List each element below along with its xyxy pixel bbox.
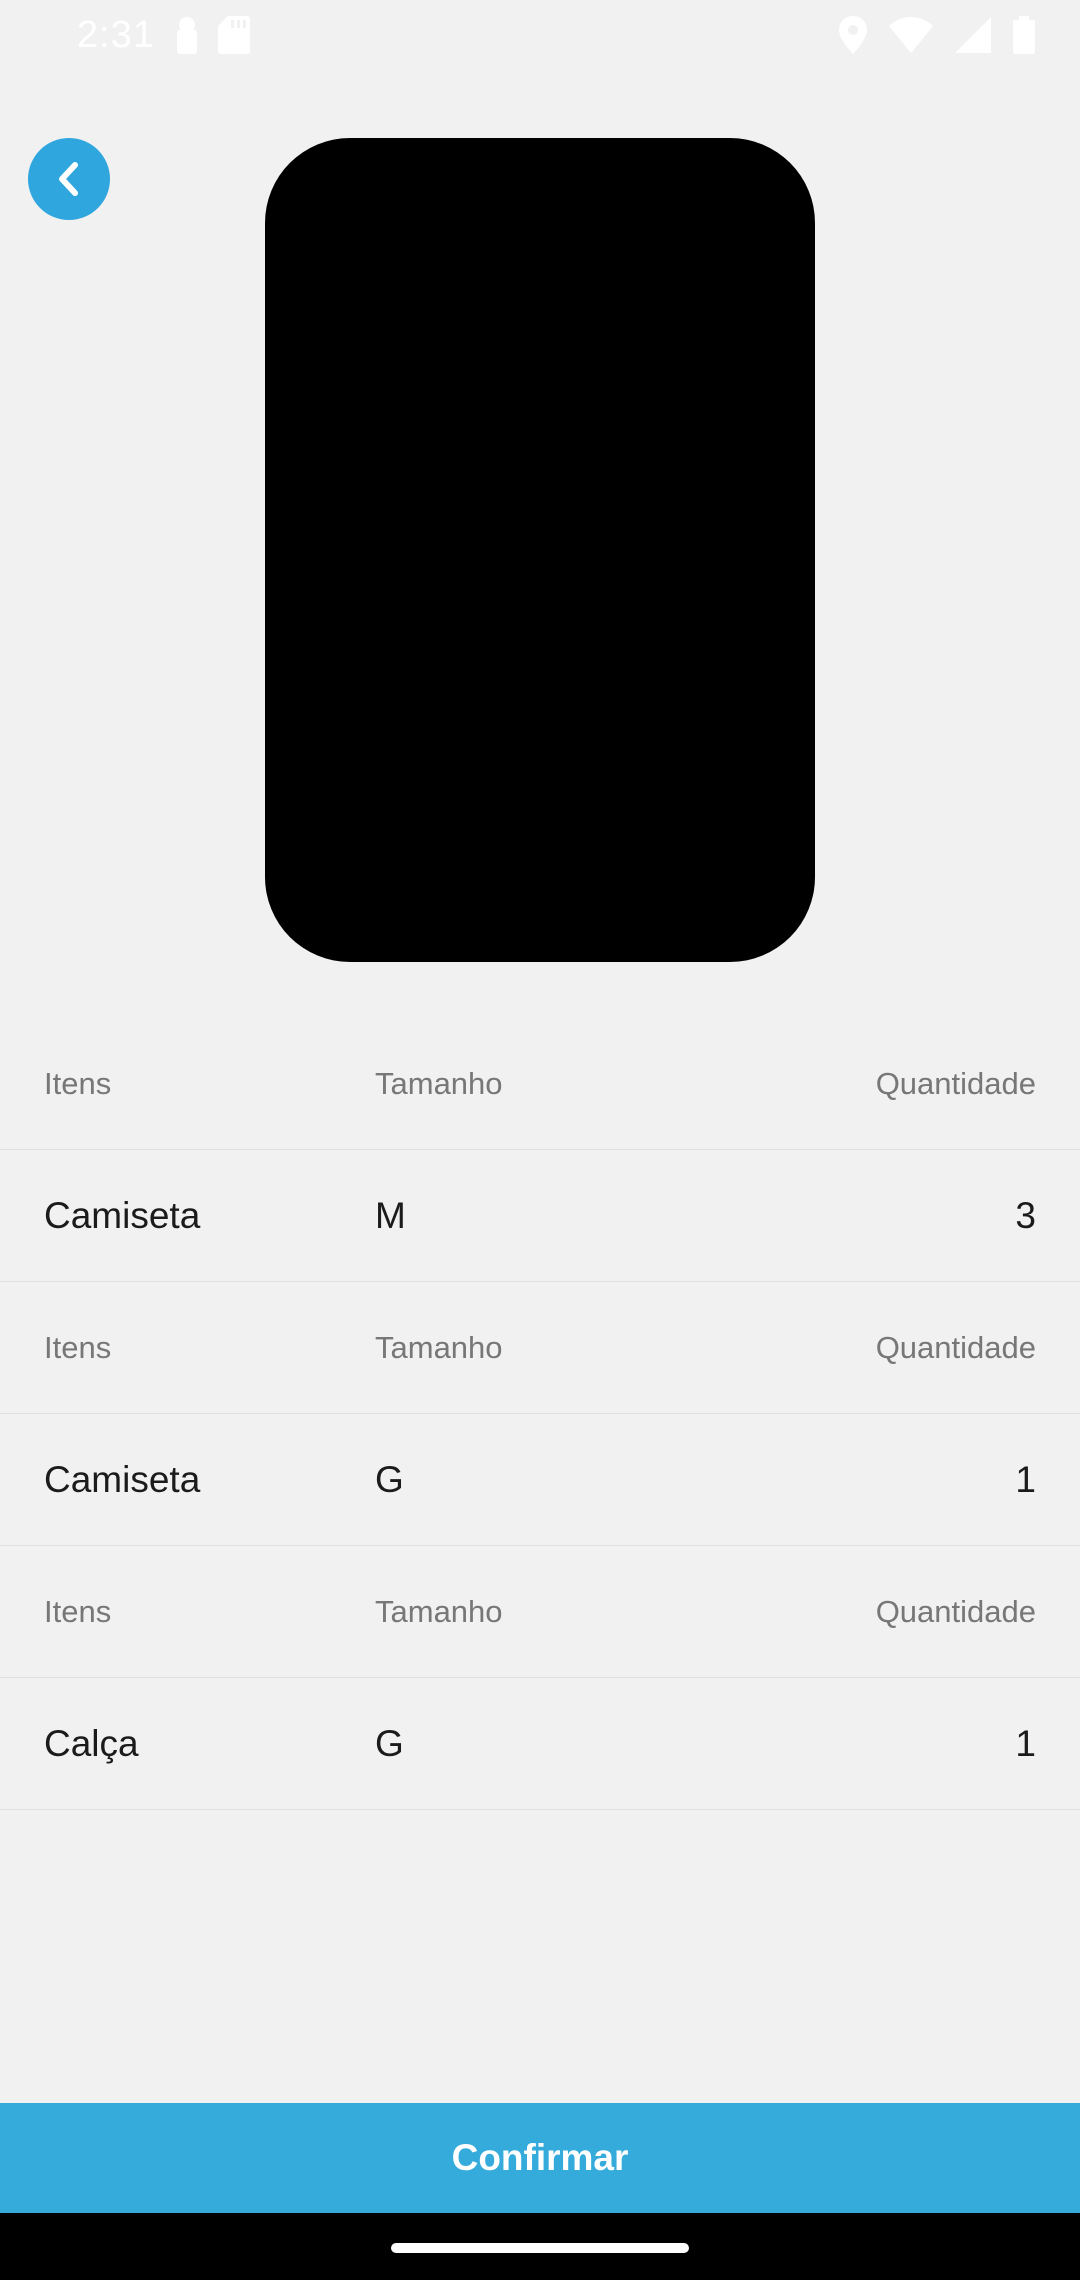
header-size: Tamanho — [375, 1065, 503, 1101]
item-quantity: 1 — [1015, 1722, 1036, 1764]
item-size: M — [375, 1194, 406, 1236]
sd-card-icon — [218, 16, 250, 54]
header-size: Tamanho — [375, 1329, 503, 1365]
item-size: G — [375, 1458, 404, 1500]
header-items: Itens — [44, 1593, 112, 1629]
camera-preview — [265, 138, 815, 962]
item-size: G — [375, 1722, 404, 1764]
item-quantity: 3 — [1015, 1194, 1036, 1236]
status-time: 2:31 — [77, 14, 155, 56]
item-name: Camiseta — [44, 1194, 201, 1236]
wifi-icon — [889, 17, 933, 53]
status-left-icons — [170, 16, 250, 54]
battery-icon — [1013, 16, 1035, 54]
confirm-button[interactable]: Confirmar — [0, 2103, 1080, 2213]
chevron-left-icon — [59, 162, 78, 196]
table-row[interactable]: Camiseta M 3 — [0, 1150, 1080, 1282]
table-row[interactable]: Camiseta G 1 — [0, 1414, 1080, 1546]
header-quantity: Quantidade — [875, 1593, 1036, 1629]
home-indicator[interactable] — [391, 2243, 689, 2253]
table-header-row: Itens Tamanho Quantidade — [0, 1546, 1080, 1678]
table-header-row: Itens Tamanho Quantidade — [0, 1282, 1080, 1414]
item-name: Calça — [44, 1722, 139, 1764]
back-button[interactable] — [28, 138, 110, 220]
header-items: Itens — [44, 1329, 112, 1365]
table-header-row: Itens Tamanho Quantidade — [0, 1018, 1080, 1150]
status-right-icons — [839, 16, 1035, 54]
signal-icon — [955, 17, 991, 53]
status-bar: 2:31 — [0, 0, 1080, 70]
header-quantity: Quantidade — [875, 1329, 1036, 1365]
header-size: Tamanho — [375, 1593, 503, 1629]
location-icon — [839, 16, 867, 54]
item-name: Camiseta — [44, 1458, 201, 1500]
table-row[interactable]: Calça G 1 — [0, 1678, 1080, 1810]
items-table: Itens Tamanho Quantidade Camiseta M 3 It… — [0, 1018, 1080, 1810]
header-quantity: Quantidade — [875, 1065, 1036, 1101]
header-items: Itens — [44, 1065, 112, 1101]
item-quantity: 1 — [1015, 1458, 1036, 1500]
navigation-bar — [0, 2213, 1080, 2280]
notification-icon — [170, 16, 204, 54]
